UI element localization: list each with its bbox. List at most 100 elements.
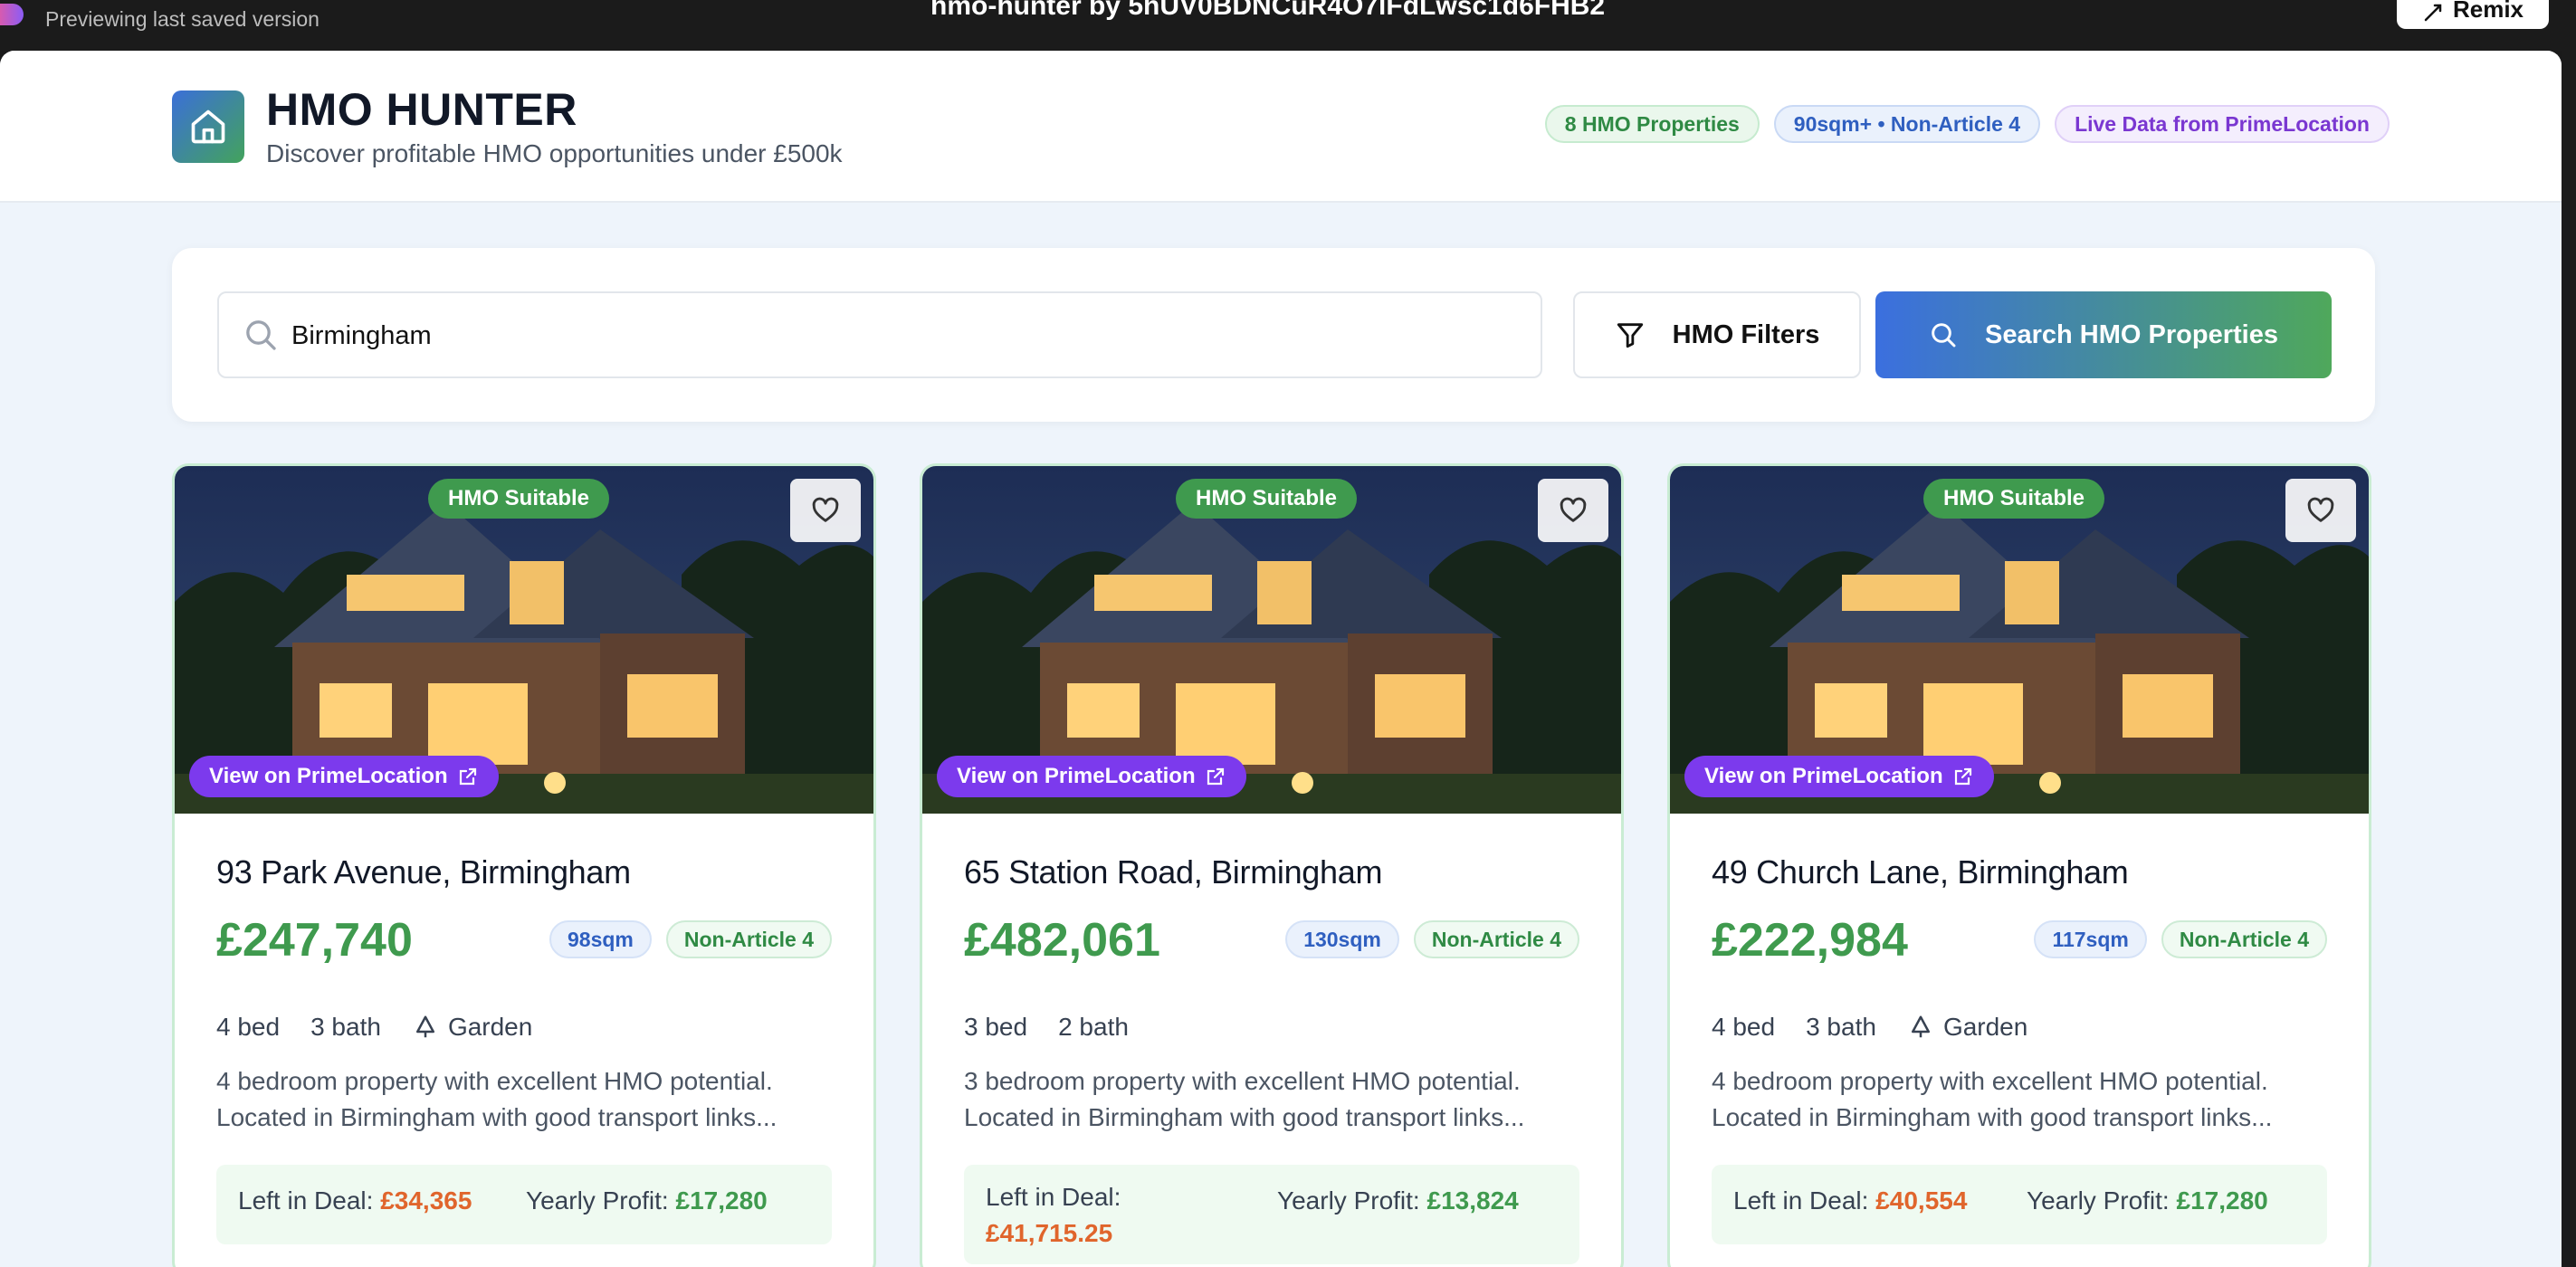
property-price: £482,061 (964, 914, 1160, 967)
search-box[interactable] (217, 291, 1542, 378)
heart-icon (812, 497, 839, 522)
bathrooms-count: 2 bath (1058, 1013, 1129, 1041)
garden-feature: Garden (1907, 1013, 2027, 1042)
criteria-badge: 90sqm+ • Non-Article 4 (1773, 105, 2041, 143)
favorite-button[interactable] (790, 479, 861, 542)
page-title: HMO HUNTER (266, 84, 577, 135)
left-in-deal-value: £40,554 (1875, 1186, 1968, 1215)
view-on-primelocation-link[interactable]: View on PrimeLocation (1684, 756, 1994, 797)
tree-icon (415, 1015, 434, 1038)
yearly-profit-value: £13,824 (1426, 1186, 1519, 1215)
property-tags: 130sqm Non-Article 4 (1285, 920, 1579, 958)
yearly-profit: Yearly Profit: £13,824 (1277, 1186, 1519, 1215)
favorite-button[interactable] (1538, 479, 1608, 542)
property-description: 4 bedroom property with excellent HMO po… (216, 1067, 778, 1131)
remix-button[interactable]: Remix (2397, 0, 2549, 29)
page-subtitle: Discover profitable HMO opportunities un… (266, 139, 843, 167)
yearly-profit: Yearly Profit: £17,280 (526, 1186, 768, 1215)
property-address: 93 Park Avenue, Birmingham (216, 853, 631, 891)
garden-feature: Garden (412, 1013, 532, 1042)
bedrooms-count: 4 bed (1712, 1013, 1776, 1041)
property-features: 4 bed 3 bath Garden (216, 1013, 532, 1042)
preview-bar: Previewing last saved version hmo-hunter… (0, 0, 2576, 51)
home-icon (172, 90, 244, 163)
property-tags: 98sqm Non-Article 4 (549, 920, 832, 958)
size-tag: 130sqm (1285, 920, 1399, 958)
hmo-filters-button[interactable]: HMO Filters (1573, 291, 1861, 378)
search-icon (246, 320, 276, 350)
property-features: 4 bed 3 bath Garden (1712, 1013, 2027, 1042)
bathrooms-count: 3 bath (1806, 1013, 1876, 1041)
hmo-suitable-badge: HMO Suitable (1923, 479, 2105, 519)
view-link-label: View on PrimeLocation (957, 764, 1196, 788)
article-tag: Non-Article 4 (665, 920, 832, 958)
view-link-label: View on PrimeLocation (209, 764, 448, 788)
preview-status-text: Previewing last saved version (45, 7, 320, 31)
left-in-deal: Left in Deal: £34,365 (238, 1186, 472, 1215)
yearly-profit-label: Yearly Profit: (526, 1186, 669, 1215)
bedrooms-count: 4 bed (216, 1013, 281, 1041)
property-price: £247,740 (216, 914, 413, 967)
header-badges: 8 HMO Properties 90sqm+ • Non-Article 4 … (1544, 105, 2390, 143)
property-features: 3 bed 2 bath (964, 1013, 1129, 1042)
left-in-deal-value: £34,365 (380, 1186, 472, 1215)
view-link-label: View on PrimeLocation (1704, 764, 1943, 788)
deal-summary: Left in Deal: £34,365 Yearly Profit: £17… (216, 1165, 832, 1244)
search-icon (1932, 323, 1956, 348)
search-properties-button[interactable]: Search HMO Properties (1875, 291, 2332, 378)
property-tags: 117sqm Non-Article 4 (2034, 920, 2327, 958)
external-link-icon (1207, 767, 1224, 786)
property-card[interactable]: HMO Suitable View on PrimeLocation 93 Pa… (172, 463, 876, 1267)
size-tag: 117sqm (2034, 920, 2147, 958)
search-properties-label: Search HMO Properties (1985, 319, 2278, 349)
bathrooms-count: 3 bath (310, 1013, 381, 1041)
hmo-suitable-badge: HMO Suitable (428, 479, 610, 519)
yearly-profit-value: £17,280 (2176, 1186, 2268, 1215)
property-price: £222,984 (1712, 914, 1908, 967)
remix-icon (2424, 4, 2442, 22)
left-in-deal: Left in Deal: £40,554 (1733, 1186, 1967, 1215)
project-title: hmo-hunter by 5hUV0BDNCuR4O7lFdLwsc1d6FH… (930, 0, 1606, 21)
search-input[interactable] (291, 313, 1522, 358)
yearly-profit-value: £17,280 (675, 1186, 768, 1215)
external-link-icon (459, 767, 476, 786)
article-tag: Non-Article 4 (2161, 920, 2327, 958)
yearly-profit-label: Yearly Profit: (1277, 1186, 1420, 1215)
heart-icon (2307, 497, 2334, 522)
app-logo-icon (0, 4, 24, 25)
deal-summary: Left in Deal: £41,715.25 Yearly Profit: … (964, 1165, 1579, 1264)
garden-label: Garden (1942, 1013, 2028, 1041)
left-in-deal-value: £41,715.25 (986, 1219, 1113, 1247)
filter-icon (1617, 323, 1643, 348)
property-photo: HMO Suitable View on PrimeLocation (1670, 466, 2369, 814)
left-in-deal-label: Left in Deal: (986, 1183, 1121, 1211)
article-tag: Non-Article 4 (1413, 920, 1579, 958)
property-description: 3 bedroom property with excellent HMO po… (964, 1067, 1525, 1131)
tree-icon (1911, 1015, 1930, 1038)
garden-label: Garden (447, 1013, 533, 1041)
view-on-primelocation-link[interactable]: View on PrimeLocation (937, 756, 1246, 797)
property-card[interactable]: HMO Suitable View on PrimeLocation 65 St… (920, 463, 1624, 1267)
property-address: 49 Church Lane, Birmingham (1712, 853, 2129, 891)
property-photo: HMO Suitable View on PrimeLocation (922, 466, 1621, 814)
left-in-deal: Left in Deal: £41,715.25 (986, 1179, 1140, 1252)
remix-label: Remix (2452, 0, 2524, 23)
bedrooms-count: 3 bed (964, 1013, 1028, 1041)
search-panel: HMO Filters Search HMO Properties (172, 248, 2375, 422)
deal-summary: Left in Deal: £40,554 Yearly Profit: £17… (1712, 1165, 2327, 1244)
property-card[interactable]: HMO Suitable View on PrimeLocation 49 Ch… (1667, 463, 2371, 1267)
app-frame: HMO HUNTER Discover profitable HMO oppor… (0, 51, 2562, 1267)
property-description: 4 bedroom property with excellent HMO po… (1712, 1067, 2273, 1131)
property-photo: HMO Suitable View on PrimeLocation (175, 466, 873, 814)
app-header: HMO HUNTER Discover profitable HMO oppor… (0, 51, 2562, 203)
yearly-profit: Yearly Profit: £17,280 (2027, 1186, 2268, 1215)
left-in-deal-label: Left in Deal: (238, 1186, 374, 1215)
hmo-suitable-badge: HMO Suitable (1176, 479, 1358, 519)
window-edge (2562, 51, 2576, 1267)
view-on-primelocation-link[interactable]: View on PrimeLocation (189, 756, 499, 797)
property-address: 65 Station Road, Birmingham (964, 853, 1383, 891)
external-link-icon (1954, 767, 1971, 786)
yearly-profit-label: Yearly Profit: (2027, 1186, 2170, 1215)
favorite-button[interactable] (2285, 479, 2356, 542)
left-in-deal-label: Left in Deal: (1733, 1186, 1869, 1215)
